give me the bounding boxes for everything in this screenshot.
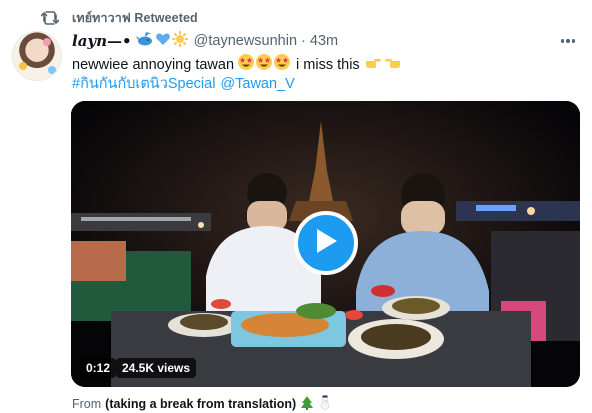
user-handle[interactable]: @taynewsunhin: [194, 33, 297, 49]
video-player[interactable]: 0:12 24.5K views: [71, 101, 580, 387]
play-icon: [313, 227, 339, 260]
display-name[interactable]: 𝒍𝒂𝒚𝒏—•: [72, 32, 132, 50]
tweet-timestamp[interactable]: 43m: [310, 33, 338, 49]
pointing-hand-icon: [365, 54, 401, 76]
snowman-icon: [318, 395, 332, 413]
tweet-body-tail: i miss this: [296, 57, 360, 73]
avatar[interactable]: [12, 31, 62, 81]
more-options-icon[interactable]: [556, 31, 580, 51]
video-timestamp: 0:12: [80, 358, 117, 378]
avatar-decoration: [48, 66, 56, 74]
separator-dot: ·: [301, 33, 306, 49]
avatar-decoration: [43, 38, 51, 46]
play-button[interactable]: [294, 211, 358, 275]
retweet-icon: [40, 9, 60, 27]
blue-heart-icon: [155, 31, 171, 52]
tweet-source: From (taking a break from translation): [72, 395, 332, 413]
mention-link[interactable]: @Tawan_V: [220, 74, 294, 94]
tweet-body: newwiee annoying tawan: [72, 57, 235, 73]
source-app-link[interactable]: (taking a break from translation): [105, 397, 296, 411]
sun-icon: [171, 30, 188, 52]
tweet-links: #กินกันกับเตนิวSpecial @Tawan_V: [72, 74, 295, 94]
avatar-decoration: [19, 62, 27, 70]
whale-icon: [135, 31, 154, 52]
retweet-indicator[interactable]: เทย์ทาวาฟ Retweeted: [40, 9, 198, 27]
video-views: 24.5K views: [116, 358, 197, 378]
hashtag-link[interactable]: #กินกันกับเตนิวSpecial: [72, 74, 215, 94]
retweet-label: เทย์ทาวาฟ Retweeted: [72, 11, 198, 25]
tweet-header: 𝒍𝒂𝒚𝒏—• @taynewsunhin · 43m: [72, 30, 580, 52]
source-prefix: From: [72, 397, 102, 411]
name-emojis: [135, 30, 188, 52]
christmas-tree-icon: [300, 395, 314, 413]
